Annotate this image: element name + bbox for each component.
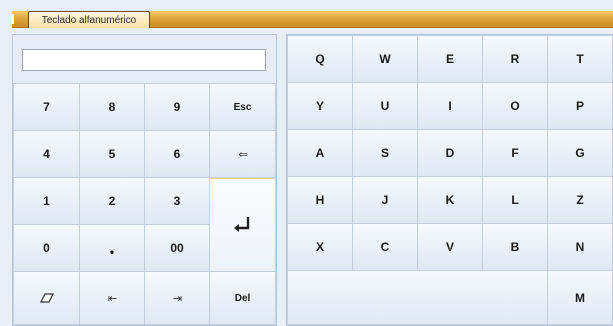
cursor-left-button[interactable]: ⇤	[79, 271, 145, 325]
key-s[interactable]: S	[352, 129, 418, 177]
key-2[interactable]: 2	[79, 177, 145, 225]
key-1[interactable]: 1	[13, 177, 80, 225]
backspace-button[interactable]: ⇐	[209, 130, 276, 178]
key-f[interactable]: F	[482, 129, 548, 177]
key-6[interactable]: 6	[144, 130, 210, 178]
key-l[interactable]: L	[482, 176, 548, 224]
key-u[interactable]: U	[352, 82, 418, 130]
letter-keypad-panel: Q W E R T Y U I O P A S D F G H J K L Z …	[286, 34, 613, 326]
key-3[interactable]: 3	[144, 177, 210, 225]
esc-button[interactable]: Esc	[209, 83, 276, 131]
key-j[interactable]: J	[352, 176, 418, 224]
key-4[interactable]: 4	[13, 130, 80, 178]
cursor-right-icon: ⇥	[172, 292, 182, 305]
key-b[interactable]: B	[482, 223, 548, 271]
key-9[interactable]: 9	[144, 83, 210, 131]
key-k[interactable]: K	[417, 176, 483, 224]
key-i[interactable]: I	[417, 82, 483, 130]
key-00[interactable]: 00	[144, 224, 210, 272]
key-w[interactable]: W	[352, 35, 418, 83]
decimal-point-button[interactable]: •	[79, 224, 145, 272]
key-q[interactable]: Q	[287, 35, 353, 83]
display-input[interactable]	[22, 49, 266, 71]
key-h[interactable]: H	[287, 176, 353, 224]
key-0[interactable]: 0	[13, 224, 80, 272]
key-e[interactable]: E	[417, 35, 483, 83]
delete-button[interactable]: Del	[209, 271, 276, 325]
title-tick	[12, 14, 14, 24]
key-m[interactable]: M	[547, 270, 613, 325]
key-n[interactable]: N	[547, 223, 613, 271]
numeric-keypad-panel: 7 8 9 Esc 4 5 6 ⇐ 1 2 3 0 • 00 ⇤ ⇥ Del	[12, 34, 277, 326]
key-x[interactable]: X	[287, 223, 353, 271]
enter-button[interactable]	[209, 178, 276, 272]
arrow-left-icon: ⇐	[238, 148, 247, 161]
key-p[interactable]: P	[547, 82, 613, 130]
key-8[interactable]: 8	[79, 83, 145, 131]
key-y[interactable]: Y	[287, 82, 353, 130]
window-title: Teclado alfanumérico	[28, 11, 150, 28]
cursor-left-icon: ⇤	[107, 292, 117, 305]
key-r[interactable]: R	[482, 35, 548, 83]
cursor-right-button[interactable]: ⇥	[144, 271, 210, 325]
key-c[interactable]: C	[352, 223, 418, 271]
key-v[interactable]: V	[417, 223, 483, 271]
space-button[interactable]	[287, 270, 548, 325]
clear-button[interactable]	[13, 271, 80, 325]
key-a[interactable]: A	[287, 129, 353, 177]
decimal-point-label: •	[109, 245, 115, 259]
key-d[interactable]: D	[417, 129, 483, 177]
key-t[interactable]: T	[547, 35, 613, 83]
key-z[interactable]: Z	[547, 176, 613, 224]
enter-icon	[233, 217, 249, 232]
eraser-icon	[39, 293, 54, 303]
key-g[interactable]: G	[547, 129, 613, 177]
key-7[interactable]: 7	[13, 83, 80, 131]
key-5[interactable]: 5	[79, 130, 145, 178]
key-o[interactable]: O	[482, 82, 548, 130]
display-area	[13, 35, 276, 84]
